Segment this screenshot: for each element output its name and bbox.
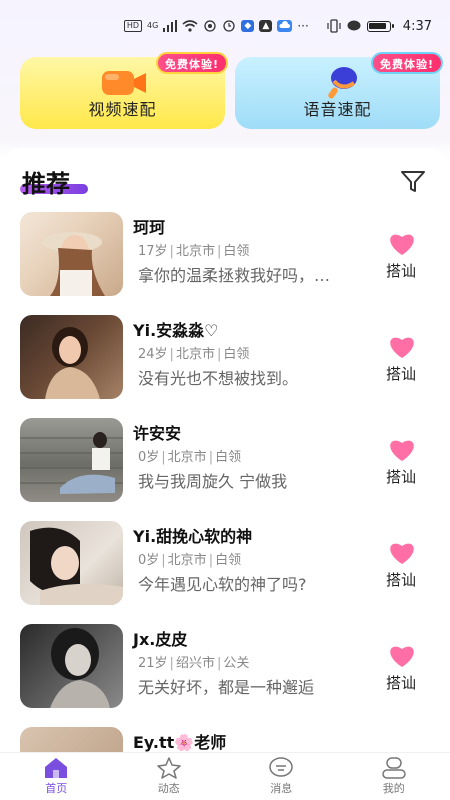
signal-icon (163, 20, 178, 32)
user-meta: 17岁 | 北京市 | 白领 (138, 244, 250, 259)
user-name: Yi.安淼淼♡ (133, 321, 219, 340)
app-blue-icon: ◆ (241, 20, 255, 32)
free-trial-badge: 免费体验! (370, 52, 443, 74)
list-item[interactable]: Yi.安淼淼♡ 24岁 | 北京市 | 白领 没有光也不想被找到。 搭讪 (0, 311, 450, 414)
message-icon (269, 757, 293, 777)
microphone-icon (328, 67, 357, 99)
user-name: Jx.皮皮 (133, 630, 188, 649)
clock-icon (223, 20, 235, 32)
user-meta: 21岁 | 绍兴市 | 公关 (138, 656, 250, 671)
chat-up-button[interactable]: 搭讪 (386, 466, 416, 487)
list-item[interactable]: Yi.甜挽心软的神 0岁 | 北京市 | 白领 今年遇见心软的神了吗? 搭讪 (0, 517, 450, 620)
video-match-label: 视频速配 (88, 100, 157, 119)
star-icon (157, 757, 181, 779)
status-bar: HD 4G ◆ ▲ ··· 4:37 (0, 0, 450, 52)
avatar[interactable] (20, 727, 123, 752)
recommend-panel: 推荐 珂珂 17岁 | 北京市 | 白领 拿你的温柔拯救我好吗，… 搭讪 Yi.安淼淼♡… (0, 148, 450, 752)
app-dark-icon: ▲ (259, 20, 273, 32)
nav-profile[interactable]: 我的 (338, 753, 450, 800)
list-item[interactable]: 珂珂 17岁 | 北京市 | 白领 拿你的温柔拯救我好吗，… 搭讪 (0, 208, 450, 311)
nav-label: 我的 (382, 782, 405, 795)
message-status-icon (347, 20, 361, 31)
wifi-icon (182, 20, 198, 32)
battery-icon (366, 20, 394, 32)
profile-icon (382, 757, 406, 779)
user-meta: 0岁 | 北京市 | 白领 (138, 553, 242, 568)
network-type-icon: 4G (147, 21, 159, 30)
user-bio: 无关好坏，都是一种邂逅 (138, 678, 315, 697)
nav-label: 首页 (45, 782, 68, 795)
user-name: Ey.tt🌸老师 (133, 733, 227, 752)
chat-up-button[interactable]: 搭讪 (386, 672, 416, 693)
vibrate-icon (327, 19, 341, 33)
user-name: 许安安 (133, 424, 182, 443)
status-time: 4:37 (402, 18, 432, 34)
video-match-card[interactable]: 视频速配 免费体验! (20, 52, 228, 129)
chat-up-button[interactable]: 搭讪 (386, 363, 416, 384)
heart-icon[interactable] (387, 644, 417, 668)
nav-moments[interactable]: 动态 (113, 753, 226, 800)
user-bio: 今年遇见心软的神了吗? (138, 575, 307, 594)
chat-up-button[interactable]: 搭讪 (386, 569, 416, 590)
eye-icon (204, 20, 216, 32)
nav-label: 消息 (270, 782, 293, 795)
chat-up-button[interactable]: 搭讪 (386, 260, 416, 281)
user-name: Yi.甜挽心软的神 (133, 527, 253, 546)
heart-icon[interactable] (387, 438, 417, 462)
user-list: 珂珂 17岁 | 北京市 | 白领 拿你的温柔拯救我好吗，… 搭讪 Yi.安淼淼♡ 24… (0, 208, 450, 752)
video-camera-icon (102, 71, 146, 95)
heart-icon[interactable] (387, 335, 417, 359)
section-title: 推荐 (22, 170, 70, 198)
user-bio: 拿你的温柔拯救我好吗，… (138, 266, 331, 285)
heart-icon[interactable] (387, 541, 417, 565)
free-trial-badge: 免费体验! (155, 52, 228, 74)
user-meta: 0岁 | 北京市 | 白领 (138, 450, 242, 465)
avatar[interactable] (20, 418, 123, 502)
nav-messages[interactable]: 消息 (225, 753, 338, 800)
list-item[interactable]: 许安安 0岁 | 北京市 | 白领 我与我周旋久 宁做我 搭讪 (0, 414, 450, 517)
home-icon (45, 758, 68, 778)
more-icon: ··· (297, 19, 309, 33)
status-icons: HD 4G ◆ ▲ ··· (123, 19, 309, 33)
avatar[interactable] (20, 212, 123, 296)
avatar[interactable] (20, 315, 123, 399)
filter-icon[interactable] (400, 170, 426, 194)
user-bio: 我与我周旋久 宁做我 (138, 472, 288, 491)
heart-icon[interactable] (387, 232, 417, 256)
bottom-nav: 首页 动态 消息 我的 (0, 752, 450, 800)
user-name: 珂珂 (133, 218, 166, 237)
hd-icon: HD (123, 20, 143, 32)
cloud-icon (277, 20, 293, 32)
nav-home[interactable]: 首页 (0, 753, 113, 800)
avatar[interactable] (20, 521, 123, 605)
list-item[interactable]: Jx.皮皮 21岁 | 绍兴市 | 公关 无关好坏，都是一种邂逅 搭讪 (0, 620, 450, 723)
user-bio: 没有光也不想被找到。 (138, 369, 299, 388)
voice-match-card[interactable]: 语音速配 免费体验! (235, 52, 443, 129)
nav-label: 动态 (157, 782, 180, 795)
user-meta: 24岁 | 北京市 | 白领 (138, 347, 250, 362)
avatar[interactable] (20, 624, 123, 708)
list-item[interactable]: Ey.tt🌸老师 (0, 723, 450, 752)
